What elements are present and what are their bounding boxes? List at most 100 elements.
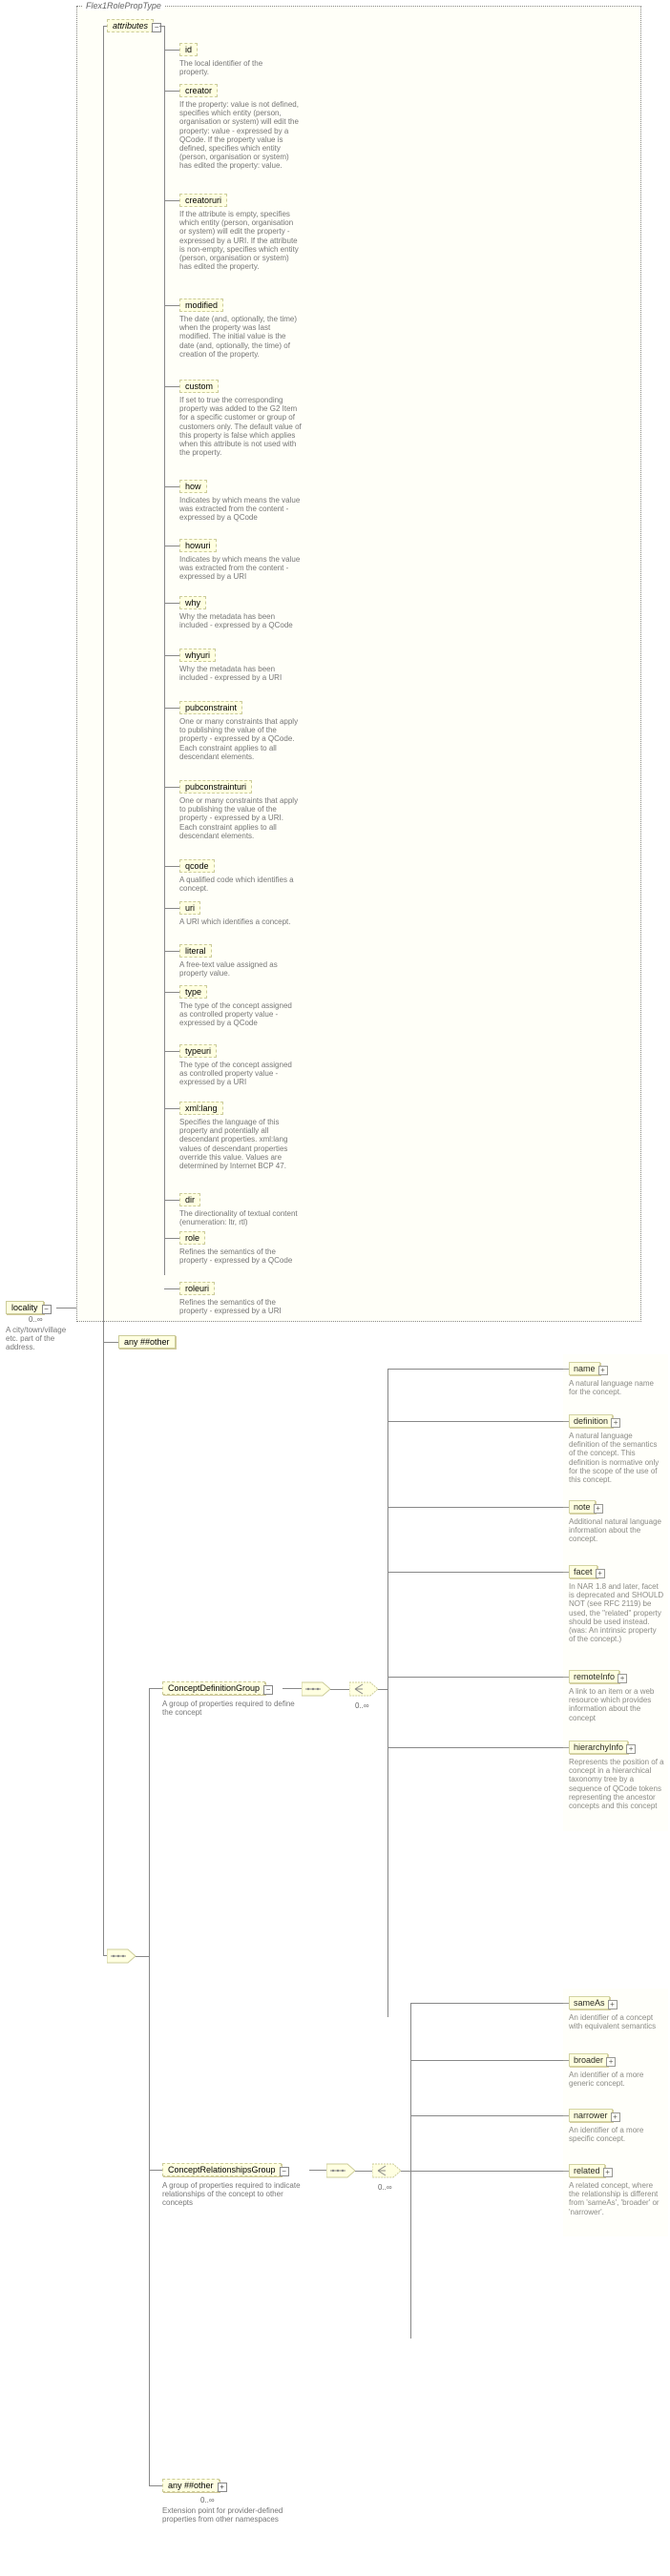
desc-attr-literal: A free-text value assigned as property v… bbox=[179, 960, 302, 978]
desc-attr-role: Refines the semantics of the property - … bbox=[179, 1247, 302, 1265]
elem-label: broader bbox=[574, 2055, 603, 2065]
attr-xmllang: xml:lang bbox=[179, 1102, 223, 1115]
attr-label: xml:lang bbox=[185, 1103, 218, 1113]
attr-label: id bbox=[185, 45, 192, 54]
attr-how: how bbox=[179, 480, 207, 493]
group-label: ConceptDefinitionGroup bbox=[168, 1683, 260, 1693]
choice-compositor-cdg bbox=[349, 1679, 378, 1700]
sequence-compositor bbox=[107, 1946, 136, 1967]
expand-icon[interactable]: + bbox=[598, 1366, 608, 1375]
desc-elem-sameAs: An identifier of a concept with equivale… bbox=[569, 2013, 664, 2030]
elem-label: definition bbox=[574, 1416, 608, 1426]
collapse-icon[interactable]: − bbox=[263, 1685, 273, 1695]
attr-modified: modified bbox=[179, 299, 223, 312]
elem-label: hierarchyInfo bbox=[574, 1742, 623, 1752]
any-label: any ##other bbox=[168, 2481, 214, 2490]
attr-uri: uri bbox=[179, 901, 200, 915]
desc-elem-definition: A natural language definition of the sem… bbox=[569, 1432, 664, 1484]
attr-label: roleuri bbox=[185, 1284, 209, 1293]
attr-label: dir bbox=[185, 1195, 195, 1205]
desc-elem-remoteInfo: A link to an item or a web resource whic… bbox=[569, 1687, 664, 1722]
element-locality: locality − bbox=[6, 1301, 44, 1314]
attr-label: custom bbox=[185, 381, 213, 391]
elem-remoteInfo: remoteInfo + bbox=[569, 1670, 619, 1683]
attr-label: why bbox=[185, 598, 200, 608]
desc-attr-whyuri: Why the metadata has been included - exp… bbox=[179, 665, 302, 682]
attr-roleuri: roleuri bbox=[179, 1282, 215, 1295]
collapse-icon[interactable]: − bbox=[152, 23, 161, 32]
desc-elem-narrower: An identifier of a more specific concept… bbox=[569, 2126, 664, 2143]
desc-attr-uri: A URI which identifies a concept. bbox=[179, 917, 302, 926]
any-label: any ##other bbox=[124, 1337, 170, 1347]
attr-custom: custom bbox=[179, 380, 219, 393]
desc-attr-typeuri: The type of the concept assigned as cont… bbox=[179, 1061, 302, 1087]
sequence-compositor-cdg bbox=[302, 1679, 330, 1700]
collapse-icon[interactable]: − bbox=[280, 2167, 289, 2176]
attr-type: type bbox=[179, 985, 207, 999]
attr-whyuri: whyuri bbox=[179, 649, 216, 662]
attr-creatoruri: creatoruri bbox=[179, 194, 227, 207]
desc-locality: A city/town/village etc. part of the add… bbox=[6, 1326, 77, 1352]
attr-role: role bbox=[179, 1231, 205, 1245]
attr-qcode: qcode bbox=[179, 859, 215, 873]
expand-icon[interactable]: + bbox=[594, 1504, 603, 1514]
attr-label: qcode bbox=[185, 861, 209, 871]
type-title: Flex1RolePropType bbox=[83, 1, 164, 10]
desc-attr-why: Why the metadata has been included - exp… bbox=[179, 612, 302, 629]
desc-attr-dir: The directionality of textual content (e… bbox=[179, 1209, 302, 1226]
attr-label: role bbox=[185, 1233, 199, 1243]
desc-elem-note: Additional natural language information … bbox=[569, 1517, 664, 1544]
group-label: ConceptRelationshipsGroup bbox=[168, 2165, 276, 2174]
desc-attr-roleuri: Refines the semantics of the property - … bbox=[179, 1298, 302, 1315]
group-crg: ConceptRelationshipsGroup − bbox=[162, 2163, 282, 2176]
elem-label: narrower bbox=[574, 2111, 608, 2120]
elem-sameAs: sameAs + bbox=[569, 1996, 610, 2009]
desc-elem-facet: In NAR 1.8 and later, facet is deprecate… bbox=[569, 1582, 664, 1643]
attr-label: typeuri bbox=[185, 1046, 211, 1056]
elem-label: name bbox=[574, 1364, 596, 1373]
desc-attr-id: The local identifier of the property. bbox=[179, 59, 294, 76]
attr-label: literal bbox=[185, 946, 206, 956]
attr-label: pubconstrainturi bbox=[185, 782, 246, 792]
expand-icon[interactable]: + bbox=[608, 2000, 618, 2009]
desc-attr-xmllang: Specifies the language of this property … bbox=[179, 1118, 302, 1170]
elem-hierarchyInfo: hierarchyInfo + bbox=[569, 1741, 628, 1754]
expand-icon[interactable]: + bbox=[218, 2483, 227, 2492]
elem-label: remoteInfo bbox=[574, 1672, 615, 1681]
expand-icon[interactable]: + bbox=[618, 1674, 627, 1683]
desc-attr-how: Indicates by which means the value was e… bbox=[179, 496, 302, 523]
desc-elem-hierarchyInfo: Represents the position of a concept in … bbox=[569, 1758, 664, 1810]
occurrence: 0..∞ bbox=[378, 2183, 392, 2192]
elem-label: sameAs bbox=[574, 1998, 605, 2008]
attr-label: creatoruri bbox=[185, 196, 221, 205]
collapse-icon[interactable]: − bbox=[42, 1305, 52, 1314]
elem-broader: broader + bbox=[569, 2053, 608, 2067]
element-label: locality bbox=[11, 1303, 38, 1312]
elem-related: related + bbox=[569, 2164, 605, 2177]
expand-icon[interactable]: + bbox=[606, 2057, 616, 2067]
attr-pubconstraint: pubconstraint bbox=[179, 701, 242, 714]
expand-icon[interactable]: + bbox=[603, 2168, 613, 2177]
expand-icon[interactable]: + bbox=[611, 1418, 620, 1428]
expand-icon[interactable]: + bbox=[611, 2112, 620, 2122]
desc-attr-type: The type of the concept assigned as cont… bbox=[179, 1001, 302, 1028]
elem-note: note + bbox=[569, 1500, 596, 1514]
desc-attr-howuri: Indicates by which means the value was e… bbox=[179, 555, 302, 582]
attr-label: howuri bbox=[185, 541, 211, 550]
desc-attr-creatoruri: If the attribute is empty, specifies whi… bbox=[179, 210, 302, 271]
attr-howuri: howuri bbox=[179, 539, 217, 552]
attr-label: type bbox=[185, 987, 201, 997]
expand-icon[interactable]: + bbox=[626, 1744, 636, 1754]
attr-label: uri bbox=[185, 903, 195, 913]
desc-elem-name: A natural language name for the concept. bbox=[569, 1379, 664, 1396]
elem-definition: definition + bbox=[569, 1414, 613, 1428]
attributes-header: attributes − bbox=[107, 19, 154, 32]
attr-id: id bbox=[179, 43, 198, 56]
attr-typeuri: typeuri bbox=[179, 1044, 217, 1058]
desc-crg: A group of properties required to indica… bbox=[162, 2181, 305, 2208]
any-attribute: any ##other bbox=[118, 1335, 176, 1349]
desc-attr-custom: If set to true the corresponding propert… bbox=[179, 396, 302, 457]
desc-attr-pubconstrainturi: One or many constraints that apply to pu… bbox=[179, 796, 302, 840]
elem-label: related bbox=[574, 2166, 600, 2175]
expand-icon[interactable]: + bbox=[596, 1569, 605, 1578]
